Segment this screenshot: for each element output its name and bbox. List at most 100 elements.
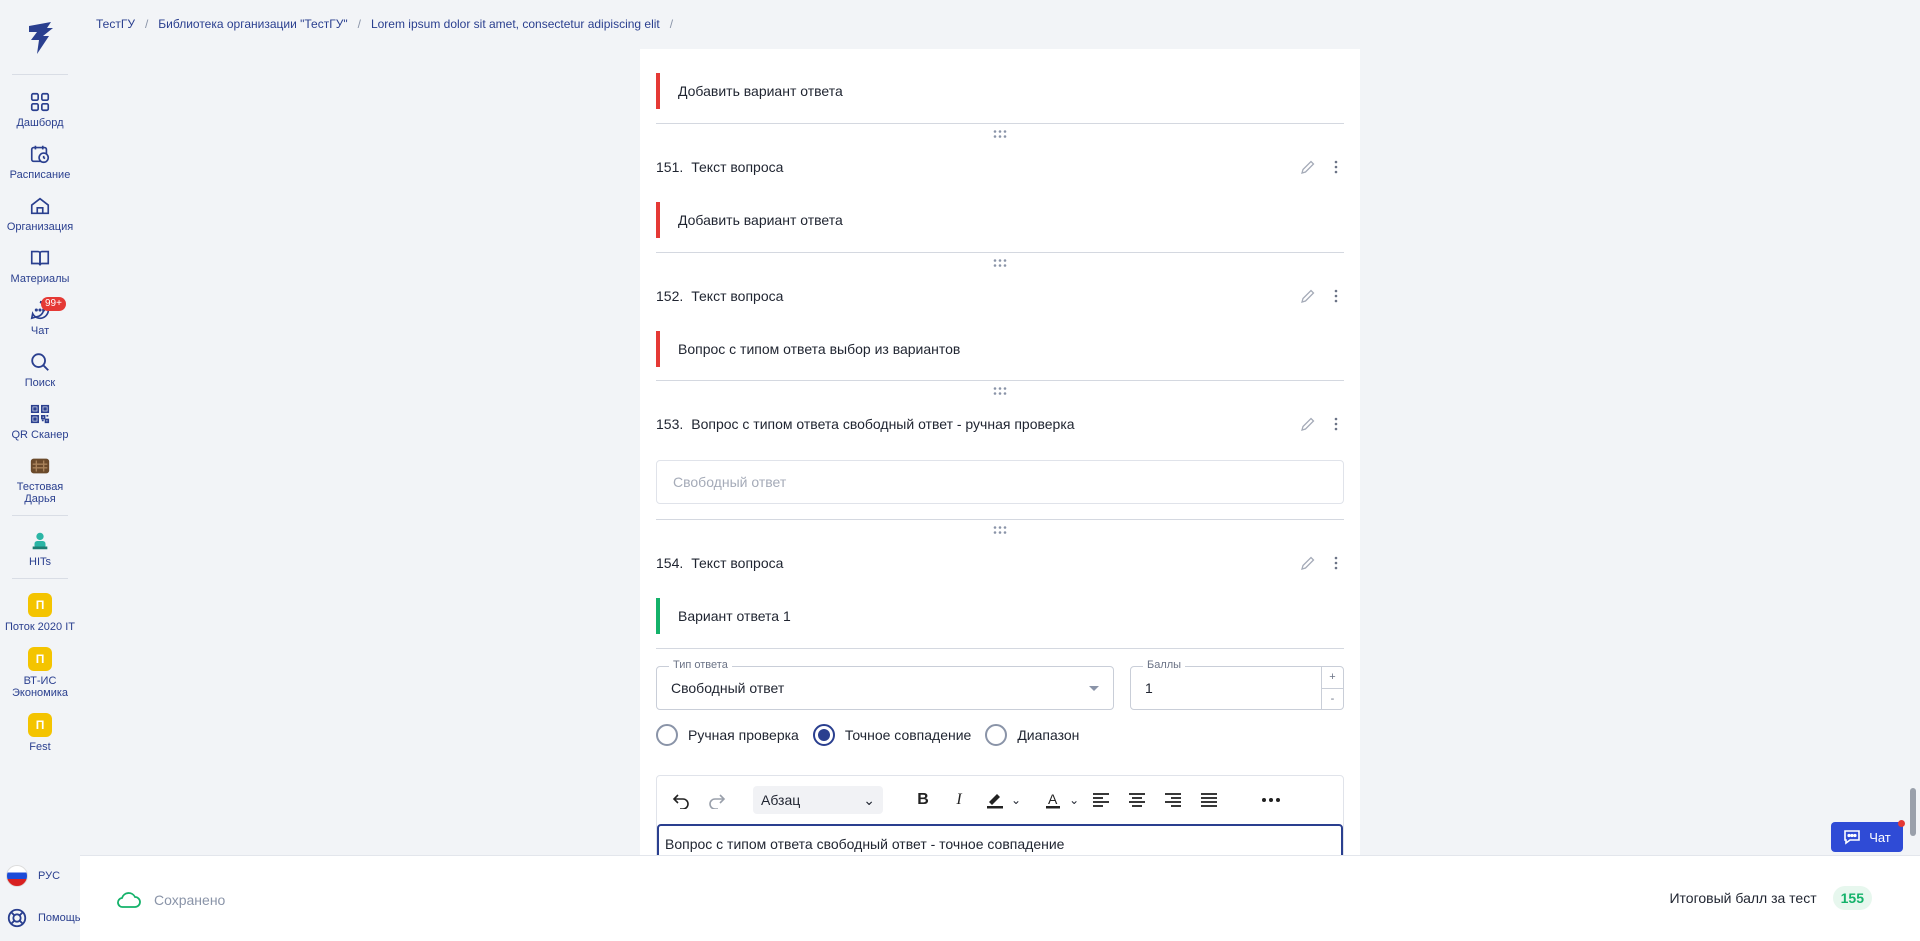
drag-handle-icon[interactable] <box>992 129 1008 139</box>
sidebar-item-label: Поиск <box>24 377 56 389</box>
chat-bubble-icon <box>1844 830 1861 845</box>
question-divider <box>656 252 1344 253</box>
more-vertical-icon[interactable] <box>1328 416 1344 432</box>
answer-type-select[interactable]: Тип ответа Свободный ответ <box>656 659 1114 710</box>
check-type-radio-group: Ручная проверка Точное совпадение Диапаз… <box>656 724 1079 746</box>
sidebar-item-user[interactable]: Тестовая Дарья <box>0 447 80 511</box>
drag-handle-icon[interactable] <box>992 258 1008 268</box>
paragraph-format-select[interactable]: Абзац ⌄ <box>753 786 883 814</box>
answer-option[interactable]: Вопрос с типом ответа выбор из вариантов <box>656 331 1344 367</box>
question-divider <box>656 648 1344 649</box>
sidebar-item-label: Материалы <box>10 273 70 285</box>
chat-widget-label: Чат <box>1869 829 1891 845</box>
points-field[interactable]: Баллы 1 + - <box>1130 659 1344 710</box>
test-editor-card: Добавить вариант ответа 151. Текст вопро… <box>640 49 1360 855</box>
question-divider <box>656 519 1344 520</box>
book-icon <box>30 250 50 266</box>
question-number: 151. <box>656 159 684 175</box>
question-number: 154. <box>656 555 684 571</box>
sidebar-item-label: Поток 2020 IT <box>5 621 75 633</box>
question-actions <box>1300 416 1344 432</box>
help-link[interactable]: Помощь <box>6 907 81 929</box>
sidebar-divider <box>12 515 68 516</box>
question-text: Вопрос с типом ответа свободный ответ - … <box>691 416 1075 432</box>
sidebar-item-dashboard[interactable]: Дашборд <box>0 83 80 135</box>
text-color-icon[interactable]: A <box>1039 786 1067 814</box>
sidebar-item-organization[interactable]: Организация <box>0 187 80 239</box>
redo-icon[interactable] <box>703 786 731 814</box>
sidebar: Дашборд Расписание Организация Материалы… <box>0 0 80 855</box>
align-right-icon[interactable] <box>1159 786 1187 814</box>
sidebar-item-group-potok[interactable]: П Поток 2020 IT <box>0 585 80 639</box>
points-value: 1 <box>1145 680 1153 696</box>
chevron-down-icon[interactable]: ⌄ <box>1069 793 1079 807</box>
breadcrumb-separator: / <box>669 17 674 31</box>
drag-handle-icon[interactable] <box>992 386 1008 396</box>
sidebar-item-chat[interactable]: 99+ Чат <box>0 291 80 343</box>
edit-icon[interactable] <box>1300 159 1316 175</box>
breadcrumb-item[interactable]: Lorem ipsum dolor sit amet, consectetur … <box>371 17 660 31</box>
more-vertical-icon[interactable] <box>1328 159 1344 175</box>
sidebar-item-label: Организация <box>6 221 74 233</box>
editor-content[interactable]: Вопрос с типом ответа свободный ответ - … <box>657 824 1343 855</box>
group-avatar: П <box>28 647 52 671</box>
free-answer-input[interactable]: Свободный ответ <box>656 460 1344 504</box>
radio-manual[interactable]: Ручная проверка <box>656 724 799 746</box>
question-number: 153. <box>656 416 684 432</box>
decrement-button[interactable]: - <box>1322 689 1343 710</box>
more-vertical-icon[interactable] <box>1328 555 1344 571</box>
question-row: 151. Текст вопроса <box>656 159 1344 175</box>
user-avatar-icon <box>30 458 50 474</box>
sidebar-item-label: ВТ-ИС Экономика <box>11 675 69 699</box>
rich-text-editor: Абзац ⌄ B I ⌄ A ⌄ Вопрос с типом ответа … <box>656 775 1344 855</box>
radio-label: Диапазон <box>1017 727 1080 743</box>
breadcrumb-item[interactable]: Библиотека организации "ТестГУ" <box>158 17 347 31</box>
question-row: 154. Текст вопроса <box>656 555 1344 571</box>
highlight-icon[interactable] <box>981 786 1009 814</box>
answer-option[interactable]: Добавить вариант ответа <box>656 202 1344 238</box>
save-status-label: Сохранено <box>154 892 226 908</box>
hits-avatar-icon <box>32 532 48 550</box>
increment-button[interactable]: + <box>1322 667 1343 689</box>
question-actions <box>1300 159 1344 175</box>
lifebuoy-icon <box>7 908 27 928</box>
logo-icon[interactable] <box>23 18 57 58</box>
cloud-icon <box>117 892 141 908</box>
chat-widget-button[interactable]: Чат <box>1831 820 1905 852</box>
align-left-icon[interactable] <box>1087 786 1115 814</box>
drag-handle-icon[interactable] <box>992 525 1008 535</box>
undo-icon[interactable] <box>667 786 695 814</box>
more-vertical-icon[interactable] <box>1328 288 1344 304</box>
chevron-down-icon: ⌄ <box>863 791 875 808</box>
chevron-down-icon[interactable]: ⌄ <box>1011 793 1021 807</box>
italic-icon[interactable]: I <box>945 786 973 814</box>
align-justify-icon[interactable] <box>1195 786 1223 814</box>
radio-exact[interactable]: Точное совпадение <box>812 724 972 746</box>
breadcrumb-item[interactable]: ТестГУ <box>96 17 135 31</box>
sidebar-item-schedule[interactable]: Расписание <box>0 135 80 187</box>
sidebar-item-materials[interactable]: Материалы <box>0 239 80 291</box>
radio-label: Ручная проверка <box>688 727 799 743</box>
radio-range[interactable]: Диапазон <box>985 724 1079 746</box>
sidebar-item-hits[interactable]: HITs <box>0 522 80 574</box>
paragraph-format-value: Абзац <box>761 792 801 808</box>
question-divider <box>656 123 1344 124</box>
sidebar-item-label: Тестовая Дарья <box>16 481 64 505</box>
sidebar-item-group-fest[interactable]: П Fest <box>0 705 80 759</box>
language-switch[interactable]: РУС <box>6 865 60 887</box>
sidebar-item-search[interactable]: Поиск <box>0 343 80 395</box>
answer-option-correct[interactable]: Вариант ответа 1 <box>656 598 1344 634</box>
save-status: Сохранено <box>116 890 225 910</box>
edit-icon[interactable] <box>1300 416 1316 432</box>
sidebar-bottom: РУС Помощь <box>0 855 81 941</box>
sidebar-item-qr[interactable]: QR Сканер <box>0 395 80 447</box>
edit-icon[interactable] <box>1300 555 1316 571</box>
edit-icon[interactable] <box>1300 288 1316 304</box>
answer-option[interactable]: Добавить вариант ответа <box>656 73 1344 109</box>
radio-label: Точное совпадение <box>844 727 972 743</box>
bold-icon[interactable]: B <box>909 786 937 814</box>
more-horizontal-icon[interactable] <box>1257 786 1285 814</box>
sidebar-item-group-vt[interactable]: П ВТ-ИС Экономика <box>0 639 80 705</box>
align-center-icon[interactable] <box>1123 786 1151 814</box>
page-scrollbar[interactable] <box>1910 788 1916 836</box>
